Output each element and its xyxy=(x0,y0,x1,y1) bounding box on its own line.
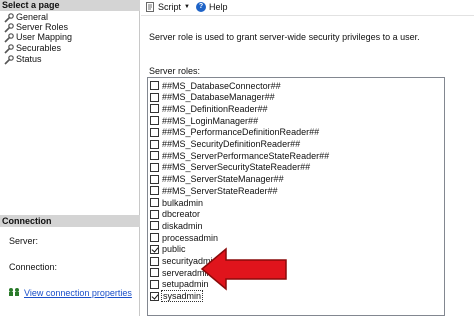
role-row[interactable]: ##MS_DefinitionReader## xyxy=(150,103,268,114)
role-label: ##MS_DatabaseManager## xyxy=(162,92,275,103)
role-row[interactable]: ##MS_DatabaseConnector## xyxy=(150,80,281,91)
server-roles-label: Server roles: xyxy=(149,66,201,76)
role-checkbox[interactable] xyxy=(150,104,159,114)
role-row[interactable]: diskadmin xyxy=(150,220,203,231)
role-row[interactable]: dbcreator xyxy=(150,209,200,220)
page-item-securables[interactable]: Securables xyxy=(4,43,61,54)
role-checkbox[interactable] xyxy=(150,268,159,278)
role-checkbox[interactable] xyxy=(150,174,159,184)
connection-label: Connection: xyxy=(9,262,58,272)
role-checkbox[interactable] xyxy=(150,81,159,90)
role-checkbox[interactable] xyxy=(150,291,159,301)
red-arrow-icon xyxy=(200,247,287,291)
connection-header: Connection xyxy=(0,215,140,227)
role-row[interactable]: ##MS_DatabaseManager## xyxy=(150,92,275,103)
role-label: ##MS_ServerPerformanceStateReader## xyxy=(162,150,330,161)
role-checkbox[interactable] xyxy=(150,256,159,266)
role-label: ##MS_ServerStateReader## xyxy=(162,185,278,196)
role-row[interactable]: ##MS_PerformanceDefinitionReader## xyxy=(150,127,319,138)
role-label: ##MS_DatabaseConnector## xyxy=(162,80,281,91)
role-label: ##MS_DefinitionReader## xyxy=(162,103,268,114)
wrench-icon xyxy=(4,22,14,33)
role-row[interactable]: ##MS_ServerPerformanceStateReader## xyxy=(150,150,329,161)
wrench-icon xyxy=(4,54,14,65)
role-checkbox[interactable] xyxy=(150,92,159,102)
role-checkbox[interactable] xyxy=(150,127,159,137)
toolbar: Script ▼ ? Help xyxy=(141,0,474,13)
role-checkbox[interactable] xyxy=(150,186,159,196)
role-row[interactable]: ##MS_LoginManager## xyxy=(150,115,258,126)
role-row[interactable]: sysadmin xyxy=(150,290,204,303)
view-connection-properties-link[interactable]: View connection properties xyxy=(24,288,132,298)
role-label: ##MS_ServerSecurityStateReader## xyxy=(162,162,311,173)
server-roles-listbox[interactable]: ##MS_DatabaseConnector## ##MS_DatabaseMan… xyxy=(147,77,445,316)
role-label: public xyxy=(162,244,186,255)
role-checkbox[interactable] xyxy=(150,221,159,231)
role-checkbox[interactable] xyxy=(150,244,159,254)
role-row[interactable]: ##MS_ServerStateReader## xyxy=(150,185,278,196)
role-checkbox[interactable] xyxy=(150,162,159,172)
script-label: Script xyxy=(158,1,182,12)
role-row[interactable]: processadmin xyxy=(150,232,218,243)
role-label: ##MS_ServerStateManager## xyxy=(162,174,284,185)
role-checkbox[interactable] xyxy=(150,198,159,207)
role-label: dbcreator xyxy=(162,209,201,220)
chevron-down-icon[interactable]: ▼ xyxy=(184,4,190,10)
role-checkbox[interactable] xyxy=(150,139,159,149)
view-connection-properties-row[interactable]: View connection properties xyxy=(8,287,132,299)
role-label: diskadmin xyxy=(162,220,203,231)
help-button[interactable]: ? Help xyxy=(195,1,228,12)
page-item-label: Securables xyxy=(16,43,62,53)
server-label: Server: xyxy=(9,236,39,246)
page-item-label: User Mapping xyxy=(16,32,73,42)
role-checkbox[interactable] xyxy=(150,279,159,289)
role-label: bulkadmin xyxy=(162,197,204,208)
role-row[interactable]: ##MS_ServerSecurityStateReader## xyxy=(150,162,310,173)
script-button[interactable]: Script ▼ xyxy=(145,2,190,12)
role-label: ##MS_LoginManager## xyxy=(162,115,259,126)
role-checkbox[interactable] xyxy=(150,151,159,161)
role-checkbox[interactable] xyxy=(150,233,159,243)
page-item-label: Status xyxy=(16,54,42,64)
role-row[interactable]: ##MS_ServerStateManager## xyxy=(150,174,284,185)
left-pane: Select a page General Server Roles User … xyxy=(0,0,140,316)
role-checkbox[interactable] xyxy=(150,116,159,126)
help-label: Help xyxy=(208,1,228,12)
description-text: Server role is used to grant server-wide… xyxy=(149,32,420,42)
wrench-icon xyxy=(4,12,14,23)
connection-properties-icon xyxy=(8,287,20,299)
page-item-status[interactable]: Status xyxy=(4,54,42,65)
role-checkbox[interactable] xyxy=(150,209,159,219)
role-label: processadmin xyxy=(162,232,219,243)
role-row[interactable]: bulkadmin xyxy=(150,197,203,208)
role-row[interactable]: ##MS_SecurityDefinitionReader## xyxy=(150,139,300,150)
wrench-icon xyxy=(4,43,14,54)
wrench-icon xyxy=(4,32,14,43)
role-label: sysadmin xyxy=(160,290,204,303)
page-item-user-mapping[interactable]: User Mapping xyxy=(4,32,72,43)
toolbar-divider xyxy=(141,15,474,16)
role-label: ##MS_PerformanceDefinitionReader## xyxy=(162,127,320,138)
help-icon: ? xyxy=(195,1,206,12)
role-row[interactable]: public xyxy=(150,244,186,255)
role-label: ##MS_SecurityDefinitionReader## xyxy=(162,139,301,149)
select-page-header: Select a page xyxy=(0,0,140,11)
script-icon xyxy=(145,1,155,12)
